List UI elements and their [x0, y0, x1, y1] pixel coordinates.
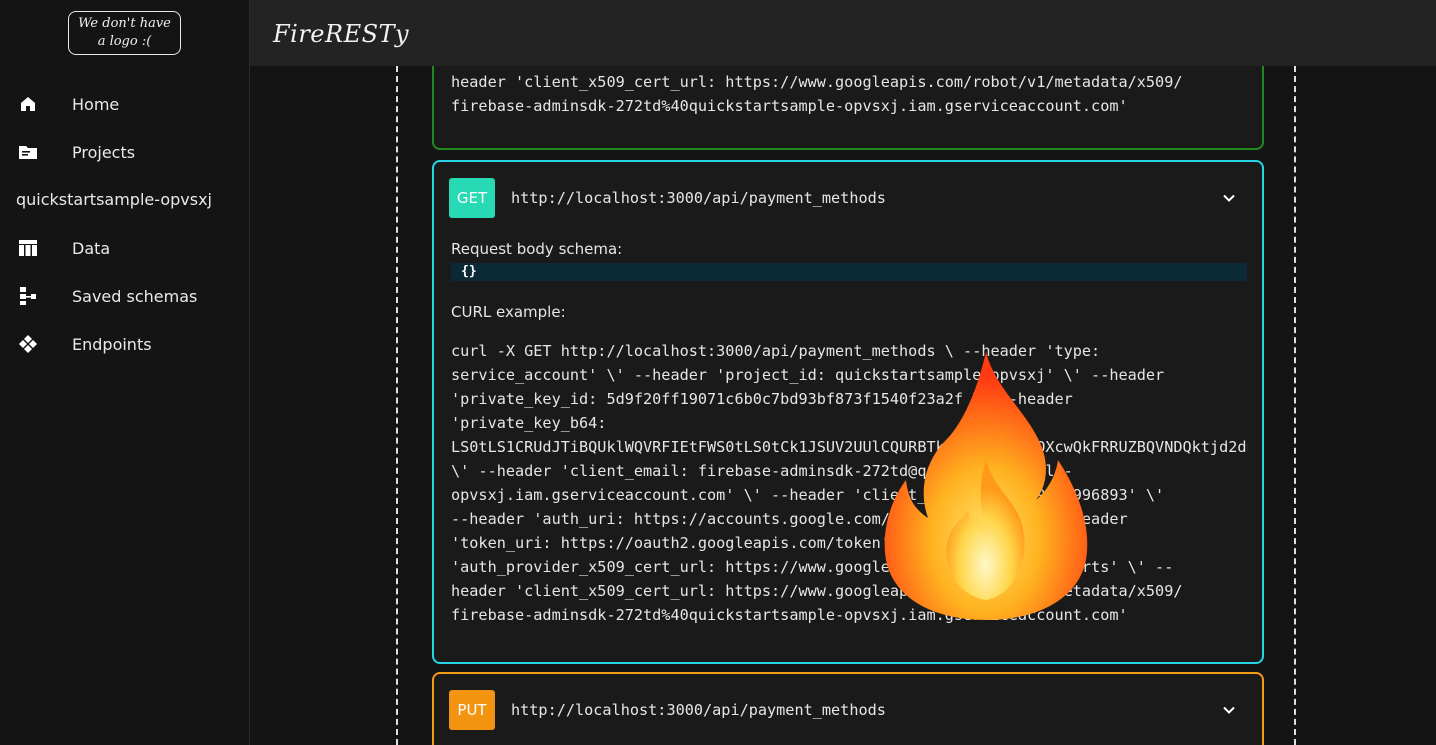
code-line: 'private_key_id: 5d9f20ff19071c6b0c7bd93… [451, 390, 1073, 408]
nav-data[interactable]: Data [0, 228, 249, 268]
code-line: firebase-adminsdk-272td%40quickstartsamp… [451, 97, 1128, 115]
app-title: FireRESTy [273, 20, 410, 48]
code-line: header 'client_x509_cert_url: https://ww… [451, 582, 1183, 600]
nav-endpoints[interactable]: Endpoints [0, 324, 249, 364]
code-line: \' --header 'client_email: firebase-admi… [451, 462, 1073, 480]
method-badge-put: PUT [449, 690, 495, 730]
method-badge-get: GET [449, 178, 495, 218]
logo: We don't have a logo :( [68, 11, 181, 55]
home-icon [21, 97, 35, 111]
code-line: firebase-adminsdk-272td%40quickstartsamp… [451, 606, 1128, 624]
code-line: 'token_uri: https://oauth2.googleapis.co… [451, 534, 1000, 552]
code-line: 'private_key_b64: [451, 414, 607, 432]
endpoint-url: http://localhost:3000/api/payment_method… [511, 189, 886, 207]
endpoint-card-get: GET http://localhost:3000/api/payment_me… [432, 160, 1264, 664]
endpoint-url: http://localhost:3000/api/payment_method… [511, 701, 886, 719]
sidebar: We don't have a logo :( Home Projects qu… [0, 0, 250, 745]
chevron-down-icon[interactable] [1222, 191, 1236, 205]
code-line: opvsxj.iam.gserviceaccount.com' \' --hea… [451, 486, 1165, 504]
schema-icon [20, 287, 36, 305]
nav-projects[interactable]: Projects [0, 132, 249, 172]
nav-saved-schemas-label: Saved schemas [72, 286, 198, 306]
code-line: LS0tLS1CRUdJTiBQUklWQVRFIEtFWS0tLS0tCk1J… [451, 438, 1248, 456]
code-line: curl -X GET http://localhost:3000/api/pa… [451, 342, 1101, 360]
nav-endpoints-label: Endpoints [72, 334, 152, 354]
folder-icon [19, 146, 37, 159]
nav-home-label: Home [72, 94, 120, 114]
endpoint-card-put[interactable]: PUT http://localhost:3000/api/payment_me… [432, 672, 1264, 745]
endpoints-icon [19, 335, 37, 353]
chevron-down-icon[interactable] [1222, 703, 1236, 717]
table-icon [19, 240, 37, 256]
code-line: header 'client_x509_cert_url: https://ww… [451, 73, 1183, 91]
code-line: 'auth_provider_x509_cert_url: https://ww… [451, 558, 1174, 576]
curl-example: curl -X GET http://localhost:3000/api/pa… [451, 339, 1248, 627]
nav-data-label: Data [72, 238, 111, 258]
top-header: FireRESTy [250, 0, 1436, 66]
code-line: --header 'auth_uri: https://accounts.goo… [451, 510, 1128, 528]
endpoint-list[interactable]: header 'client_x509_cert_url: https://ww… [396, 66, 1296, 745]
code-line: service_account' \' --header 'project_id… [451, 366, 1165, 384]
curl-label: CURL example: [451, 303, 566, 321]
endpoint-card-previous: header 'client_x509_cert_url: https://ww… [432, 66, 1264, 150]
logo-line-2: a logo :( [97, 34, 152, 49]
current-project-name[interactable]: quickstartsample-opvsxj [16, 190, 212, 209]
request-body-label: Request body schema: [451, 240, 623, 258]
logo-line-1: We don't have [78, 16, 171, 31]
nav-projects-label: Projects [72, 142, 136, 162]
fire-emoji-icon [884, 352, 1088, 620]
request-body-schema: {} [451, 263, 1247, 281]
nav-home[interactable]: Home [0, 84, 249, 124]
curl-example-tail: header 'client_x509_cert_url: https://ww… [451, 70, 1183, 118]
nav-saved-schemas[interactable]: Saved schemas [0, 276, 249, 316]
